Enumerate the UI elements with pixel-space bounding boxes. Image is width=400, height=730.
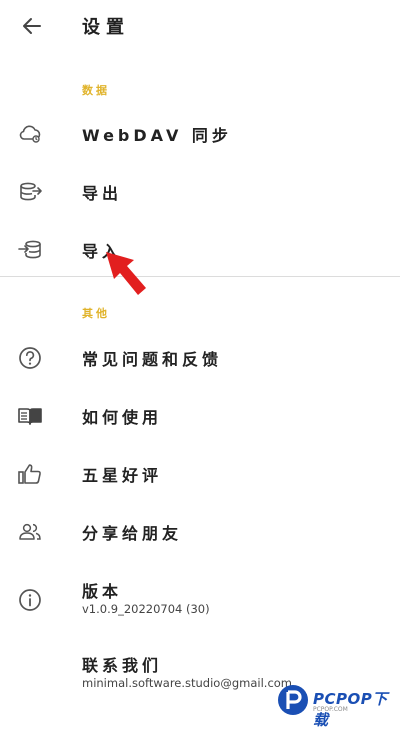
faq-feedback-item[interactable]: 常见问题和反馈 bbox=[0, 330, 400, 384]
cloud-sync-icon bbox=[16, 120, 44, 148]
site-watermark: PCPOP下载 PCPOP.COM bbox=[276, 683, 400, 729]
contact-email: minimal.software.studio@gmail.com bbox=[82, 676, 292, 690]
section-label-data: 数据 bbox=[82, 84, 110, 97]
database-import-icon bbox=[16, 236, 44, 264]
faq-feedback-label: 常见问题和反馈 bbox=[82, 350, 223, 369]
database-export-icon bbox=[16, 178, 44, 206]
book-icon bbox=[16, 402, 44, 430]
how-to-use-item[interactable]: 如何使用 bbox=[0, 388, 400, 442]
export-label: 导出 bbox=[82, 184, 123, 203]
five-star-rating-item[interactable]: 五星好评 bbox=[0, 446, 400, 500]
import-item[interactable]: 导入 bbox=[0, 222, 400, 276]
section-label-other: 其他 bbox=[82, 307, 110, 320]
annotation-arrow bbox=[100, 246, 156, 302]
webdav-sync-item[interactable]: WebDAV 同步 bbox=[0, 106, 400, 160]
thumbs-up-icon bbox=[16, 460, 44, 488]
five-star-rating-label: 五星好评 bbox=[82, 466, 163, 485]
arrow-left-icon bbox=[23, 18, 41, 34]
share-item[interactable]: 分享给朋友 bbox=[0, 504, 400, 558]
version-item[interactable]: 版本 v1.0.9_20220704 (30) bbox=[0, 572, 400, 626]
webdav-sync-label: WebDAV 同步 bbox=[82, 126, 232, 145]
app-bar: 设置 bbox=[0, 0, 400, 52]
back-button[interactable] bbox=[18, 12, 46, 40]
how-to-use-label: 如何使用 bbox=[82, 408, 163, 427]
section-divider bbox=[0, 276, 400, 277]
version-value: v1.0.9_20220704 (30) bbox=[82, 602, 210, 616]
contact-us-label: 联系我们 bbox=[82, 656, 163, 675]
page-title: 设置 bbox=[82, 17, 130, 38]
pcpop-logo-icon bbox=[276, 683, 310, 717]
share-label: 分享给朋友 bbox=[82, 524, 183, 543]
version-label: 版本 bbox=[82, 582, 123, 601]
export-item[interactable]: 导出 bbox=[0, 164, 400, 218]
people-icon bbox=[16, 518, 44, 546]
help-circle-icon bbox=[16, 344, 44, 372]
info-icon bbox=[16, 586, 44, 614]
watermark-tagline: PCPOP.COM bbox=[313, 706, 348, 713]
